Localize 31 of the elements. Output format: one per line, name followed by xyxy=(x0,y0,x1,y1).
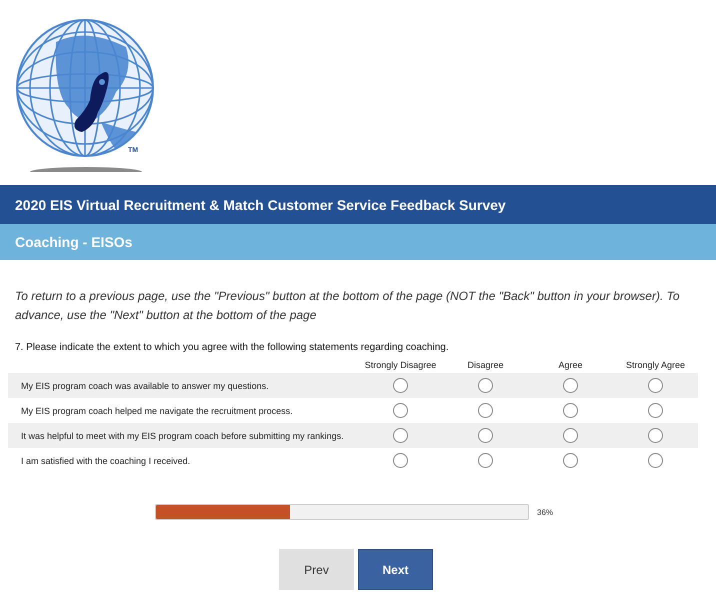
radio-button[interactable] xyxy=(393,403,408,418)
radio-button[interactable] xyxy=(478,453,493,468)
radio-button[interactable] xyxy=(648,403,663,418)
prev-button[interactable]: Prev xyxy=(279,549,354,590)
statement-label: My EIS program coach helped me navigate the recruitment process. xyxy=(21,406,293,416)
progress-percent: 36% xyxy=(537,508,554,516)
radio-button[interactable] xyxy=(393,378,408,393)
radio-button[interactable] xyxy=(648,428,663,443)
radio-button[interactable] xyxy=(648,453,663,468)
column-header: Strongly Disagree xyxy=(364,360,438,370)
statement-label: My EIS program coach was available to answer my questions. xyxy=(21,380,269,390)
statement-label: It was helpful to meet with my EIS program coach before submitting my rankings. xyxy=(21,430,344,440)
radio-button[interactable] xyxy=(563,428,578,443)
radio-button[interactable] xyxy=(563,453,578,468)
column-header: Strongly Agree xyxy=(624,360,686,370)
radio-button[interactable] xyxy=(478,428,493,443)
question-text: 7. Please indicate the extent to which you agree with the following statements regarding coaching. xyxy=(15,342,450,353)
radio-button[interactable] xyxy=(563,378,578,393)
page-title: Coaching - EISOs xyxy=(15,234,132,250)
radio-button[interactable] xyxy=(648,378,663,393)
column-header: Disagree xyxy=(466,360,505,370)
radio-button[interactable] xyxy=(478,403,493,418)
radio-button[interactable] xyxy=(478,378,493,393)
radio-button[interactable] xyxy=(563,403,578,418)
radio-button[interactable] xyxy=(393,453,408,468)
survey-title: 2020 EIS Virtual Recruitment & Match Customer Service Feedback Survey xyxy=(15,196,506,212)
radio-button[interactable] xyxy=(393,428,408,443)
next-button[interactable]: Next xyxy=(358,549,433,590)
statement-label: I am satisfied with the coaching I received. xyxy=(21,456,190,466)
instructions-text: To return to a previous page, use the "Previous" button at the bottom of the page (NOT the "Back" button in your browser). To advance, use the "Next" button at the bottom of the page xyxy=(15,288,681,324)
column-header: Agree xyxy=(557,360,584,370)
